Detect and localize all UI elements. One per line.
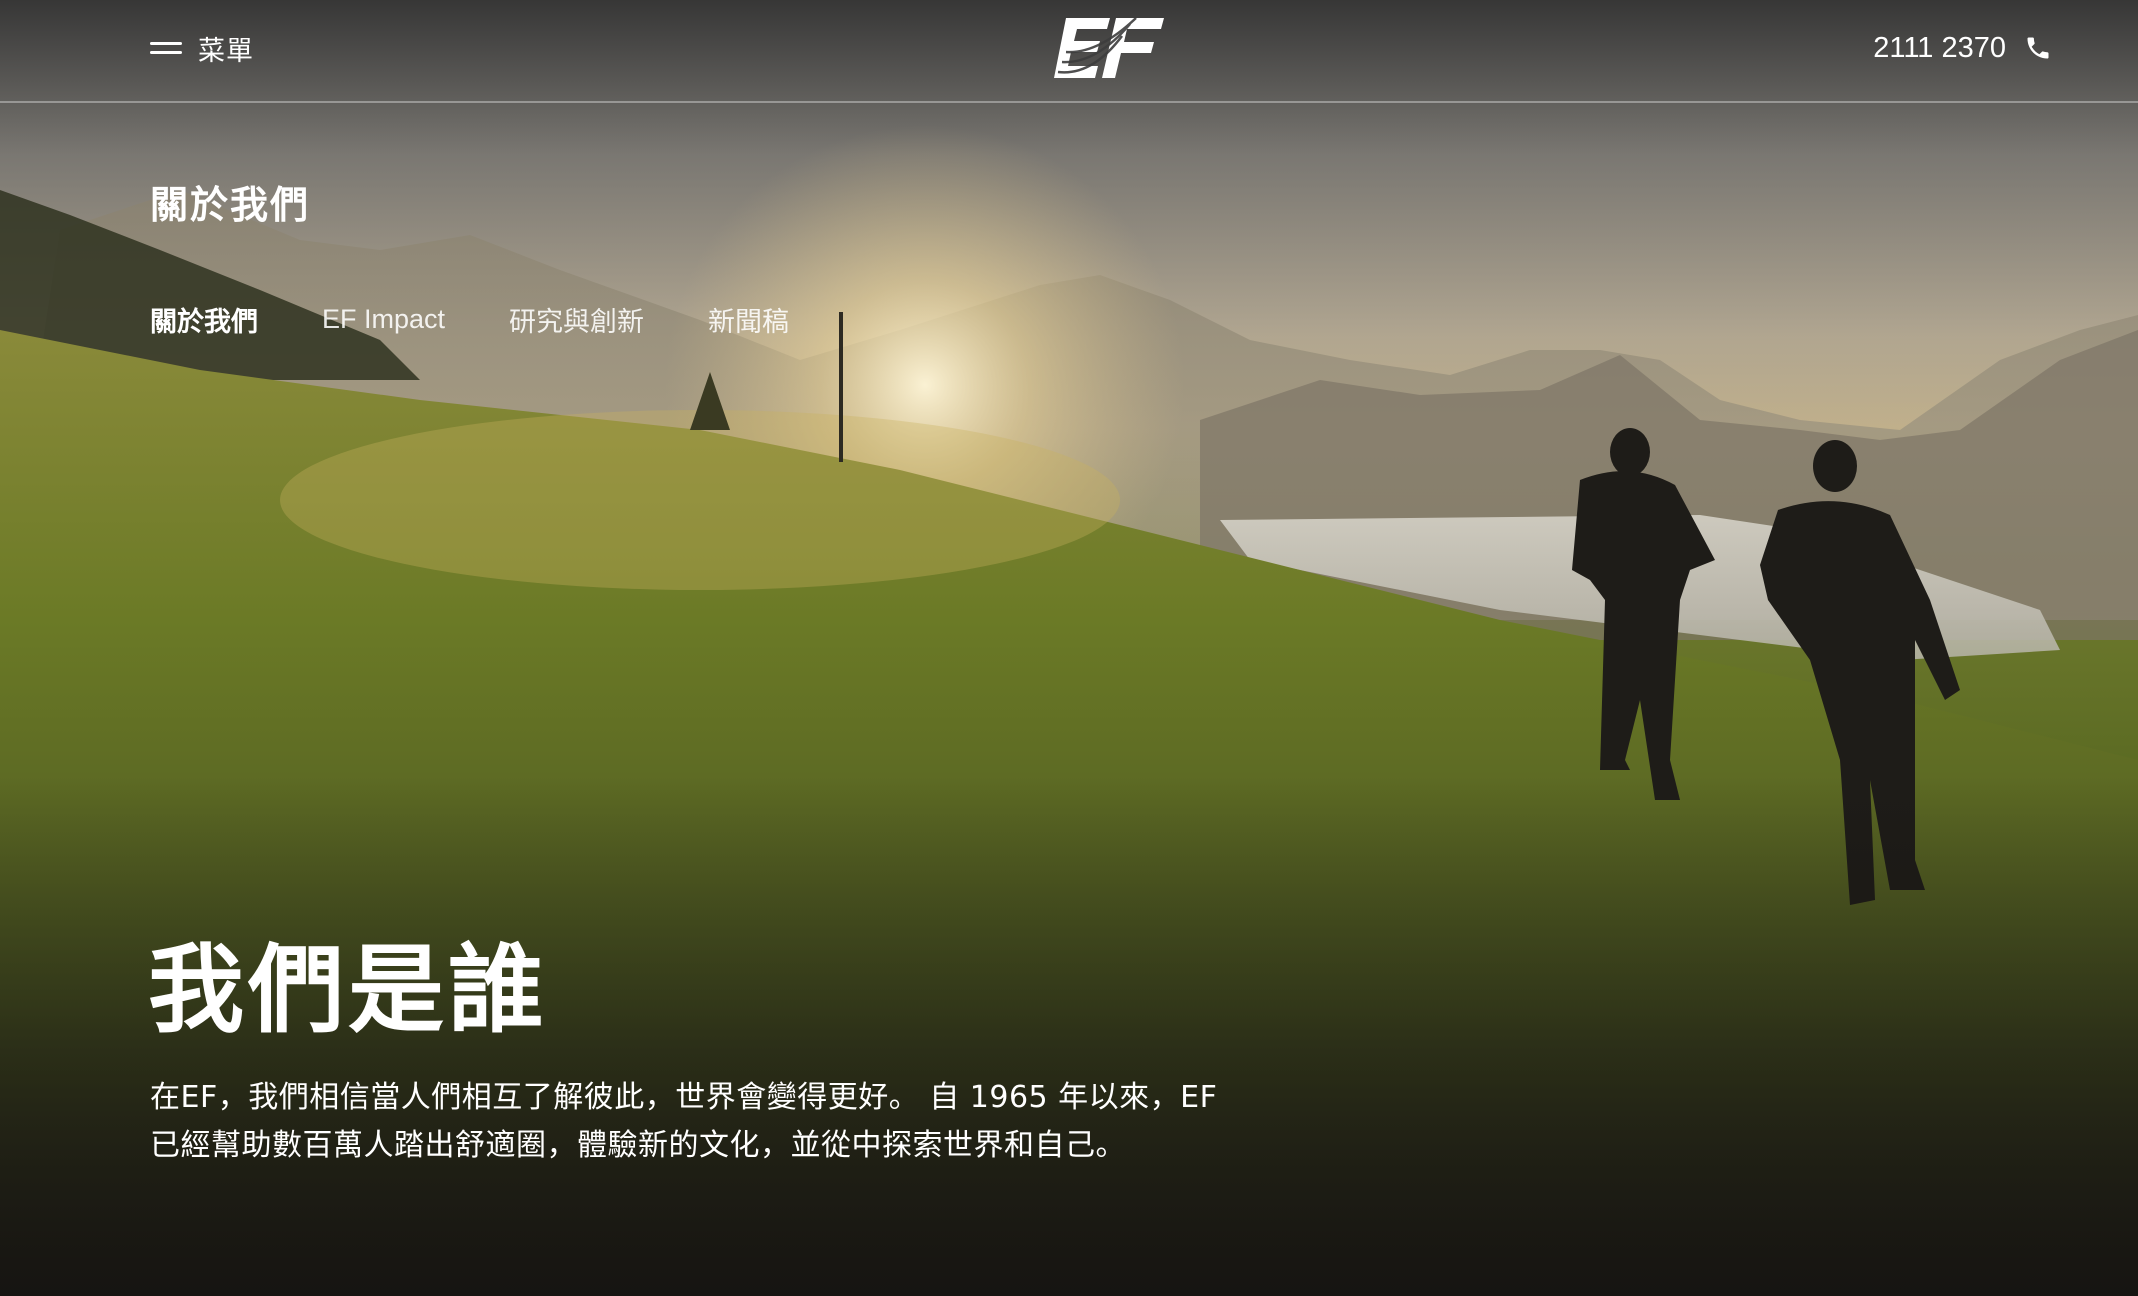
- hero-description: 在EF，我們相信當人們相互了解彼此，世界會變得更好。 自 1965 年以來，EF…: [150, 1074, 1270, 1170]
- phone-link[interactable]: 2111 2370: [1873, 28, 2052, 68]
- top-navigation-bar: 菜單 2111 2370: [0, 0, 2138, 103]
- hero-section: 菜單 2111 2370 關於我們 關於我們 EF Impact 研究與創新 新…: [0, 0, 2138, 1296]
- subnav-tab-press-releases[interactable]: 新聞稿: [708, 300, 789, 339]
- phone-icon: [2027, 37, 2049, 59]
- hamburger-icon: [150, 40, 182, 56]
- hero-description-line-1: 在EF，我們相信當人們相互了解彼此，世界會變得更好。 自 1965 年以來，EF: [150, 1080, 1218, 1115]
- menu-label: 菜單: [198, 35, 254, 67]
- section-subnav: 關於我們 EF Impact 研究與創新 新聞稿: [150, 300, 789, 339]
- hero-title: 我們是誰: [148, 934, 548, 1046]
- ef-logo[interactable]: [1052, 16, 1166, 82]
- phone-number: 2111 2370: [1873, 31, 2006, 64]
- subnav-tab-about-us[interactable]: 關於我們: [150, 300, 258, 339]
- hero-description-line-2: 已經幫助數百萬人踏出舒適圈，體驗新的文化，並從中探索世界和自己。: [150, 1128, 1126, 1163]
- ef-logo-icon: [1054, 17, 1164, 78]
- menu-button[interactable]: 菜單: [150, 28, 254, 68]
- subnav-tab-ef-impact[interactable]: EF Impact: [322, 304, 445, 335]
- subnav-tab-research-innovation[interactable]: 研究與創新: [509, 300, 644, 339]
- section-title: 關於我們: [150, 183, 311, 227]
